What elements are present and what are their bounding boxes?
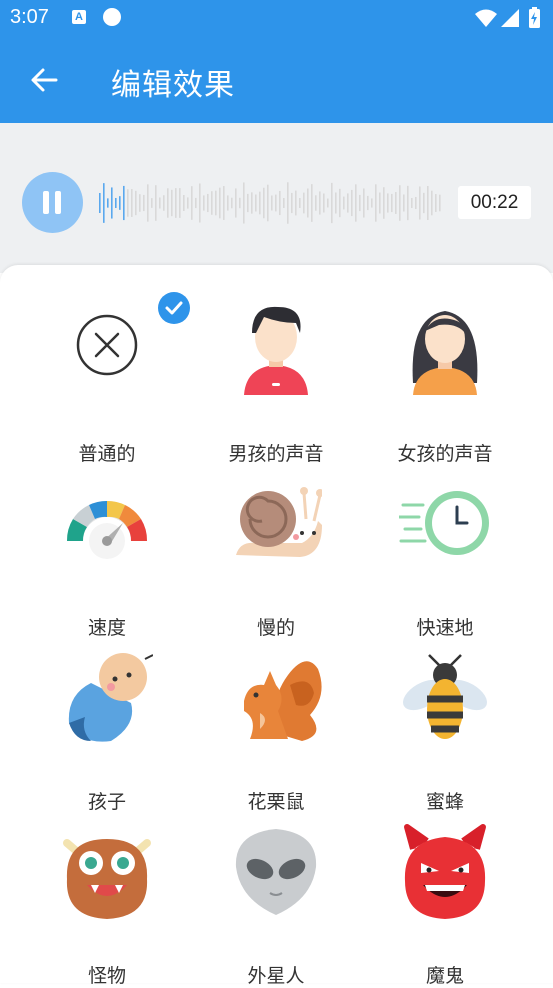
signal-icon bbox=[501, 9, 519, 27]
effect-item[interactable]: 速度 bbox=[15, 451, 199, 639]
back-arrow-icon[interactable] bbox=[28, 64, 60, 96]
selected-check-icon bbox=[158, 292, 190, 324]
effect-item[interactable]: 花栗鼠 bbox=[184, 625, 368, 813]
status-bar: 3:07 A bbox=[0, 0, 553, 38]
waveform[interactable] bbox=[97, 173, 443, 233]
effect-item[interactable]: 孩子 bbox=[15, 625, 199, 813]
status-icons bbox=[473, 6, 545, 36]
bee-icon bbox=[399, 645, 491, 745]
effect-item[interactable]: 蜜蜂 bbox=[353, 625, 537, 813]
effect-item[interactable]: 魔鬼 bbox=[353, 799, 537, 987]
notification-a-icon: A bbox=[72, 10, 86, 24]
effect-item[interactable]: 女孩的声音 bbox=[353, 277, 537, 465]
alien-icon bbox=[230, 819, 322, 919]
squirrel-icon bbox=[230, 645, 322, 745]
page-title: 编辑效果 bbox=[111, 68, 235, 103]
pause-icon bbox=[43, 191, 49, 214]
devil-icon bbox=[399, 819, 491, 919]
effect-item[interactable]: 快速地 bbox=[353, 451, 537, 639]
pause-button[interactable] bbox=[22, 172, 83, 233]
battery-icon bbox=[529, 7, 540, 28]
none-icon bbox=[61, 297, 153, 397]
snail-icon bbox=[230, 471, 324, 571]
wifi-icon bbox=[475, 9, 497, 27]
effect-item[interactable]: 外星人 bbox=[184, 799, 368, 987]
fast-clock-icon bbox=[397, 471, 491, 571]
effect-label: 魔鬼 bbox=[425, 965, 464, 987]
notification-circle-icon bbox=[103, 8, 121, 26]
effect-item[interactable]: 慢的 bbox=[184, 451, 368, 639]
pause-icon-bar bbox=[55, 191, 61, 214]
effect-item[interactable]: 怪物 bbox=[15, 799, 199, 987]
girl-icon bbox=[399, 297, 491, 397]
effect-label: 怪物 bbox=[87, 965, 126, 987]
app-bar: 编辑效果 bbox=[0, 38, 553, 123]
boy-icon bbox=[230, 297, 322, 397]
baby-icon bbox=[61, 645, 154, 745]
monster-icon bbox=[61, 819, 153, 919]
effect-item[interactable]: 男孩的声音 bbox=[184, 277, 368, 465]
playback-time: 00:22 bbox=[458, 186, 531, 219]
status-time: 3:07 bbox=[10, 6, 49, 28]
speedometer-icon bbox=[61, 471, 153, 571]
audio-player: 00:22 bbox=[0, 123, 553, 273]
effect-label: 外星人 bbox=[247, 965, 305, 987]
